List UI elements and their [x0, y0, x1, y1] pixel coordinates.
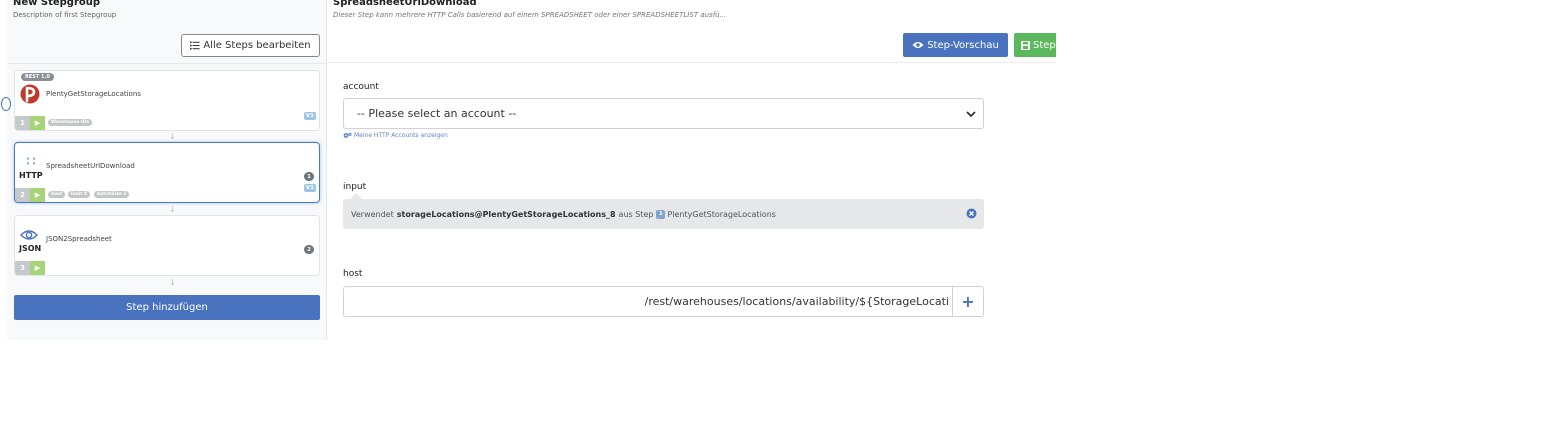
step-preview-label: Step-Vorschau	[927, 39, 999, 51]
step-tag: limit 5	[68, 191, 91, 198]
step-card-json2spreadsheet[interactable]: JSON JSON2Spreadsheet 2 3 ▶	[14, 215, 320, 276]
reference-count-badge: 1	[304, 172, 314, 181]
step-name: JSON2Spreadsheet	[46, 235, 112, 243]
rest-type-badge: REST 1.0	[21, 73, 54, 81]
save-step-button[interactable]: Step	[1014, 33, 1056, 57]
plenty-logo-icon	[20, 84, 40, 104]
run-step-button[interactable]: ▶	[30, 116, 45, 130]
stepgroup-panel: New Stepgroup Description of first Stepg…	[1, 0, 327, 340]
divider	[327, 62, 1056, 63]
step-tag: host	[48, 191, 66, 198]
play-icon: ▶	[34, 119, 41, 127]
play-icon: ▶	[34, 191, 41, 199]
edit-all-steps-button[interactable]: Alle Steps bearbeiten	[181, 34, 320, 57]
version-badge: V1	[303, 184, 316, 192]
host-label: host	[343, 269, 363, 279]
input-prefix: Verwendet	[351, 209, 394, 219]
step-card-plenty-get-storage-locations[interactable]: REST 1.0 PlentyGetStorageLocations V1 1 …	[14, 70, 320, 131]
step-type-label: JSON	[19, 244, 42, 253]
step-detail-panel: SpreadsheetUrlDownload Dieser Step kann …	[327, 0, 1056, 340]
step-preview-button[interactable]: Step-Vorschau	[903, 33, 1008, 57]
divider	[7, 63, 326, 64]
http-icon	[27, 157, 35, 165]
add-variable-button[interactable]: +	[952, 287, 983, 316]
account-label: account	[343, 82, 379, 92]
collapse-handle[interactable]	[1, 97, 11, 111]
step-title: SpreadsheetUrlDownload	[333, 0, 477, 8]
reference-count-badge: 2	[304, 245, 314, 254]
edit-all-steps-label: Alle Steps bearbeiten	[203, 40, 311, 51]
eye-icon	[20, 230, 38, 240]
gears-icon	[343, 132, 352, 138]
run-step-button[interactable]: ▶	[30, 261, 45, 275]
step-type-label: HTTP	[19, 171, 43, 180]
add-step-button[interactable]: Step hinzufügen	[14, 295, 320, 320]
step-tag: batchSize 1	[94, 191, 130, 198]
save-icon	[1021, 40, 1030, 50]
step-description: Dieser Step kann mehrere HTTP Calls basi…	[333, 11, 727, 19]
input-middle: aus Step	[618, 209, 654, 219]
input-label: input	[343, 182, 367, 192]
source-step-name: PlentyGetStorageLocations	[667, 209, 776, 219]
step-tag: Warehouse IDs	[48, 119, 92, 126]
host-input[interactable]: /rest/warehouses/locations/availability/…	[344, 287, 953, 316]
step-name: PlentyGetStorageLocations	[46, 90, 141, 98]
stepgroup-title: New Stepgroup	[13, 0, 101, 8]
arrow-down-icon: ↓	[169, 132, 176, 141]
input-variable: storageLocations@PlentyGetStorageLocatio…	[396, 209, 616, 219]
chevron-down-icon	[966, 111, 976, 118]
host-input-value: /rest/warehouses/locations/availability/…	[644, 295, 949, 308]
eye-icon	[912, 42, 924, 48]
arrow-down-icon: ↓	[169, 278, 176, 287]
play-icon: ▶	[34, 264, 41, 272]
source-step-number-badge: 1	[656, 209, 666, 219]
account-select[interactable]: -- Please select an account --	[343, 98, 984, 129]
clear-input-icon[interactable]	[966, 208, 977, 219]
stepgroup-description: Description of first Stepgroup	[13, 11, 117, 19]
step-name: SpreadsheetUrlDownload	[46, 162, 135, 170]
input-source-field: Verwendet storageLocations@PlentyGetStor…	[343, 199, 984, 229]
account-select-value: -- Please select an account --	[357, 107, 517, 120]
host-input-group: /rest/warehouses/locations/availability/…	[343, 286, 984, 317]
version-badge: V1	[303, 112, 316, 120]
run-step-button[interactable]: ▶	[30, 188, 45, 202]
step-number: 1	[15, 116, 30, 130]
show-http-accounts-link[interactable]: Meine HTTP Accounts anzeigen	[343, 132, 448, 139]
arrow-down-icon: ↓	[169, 205, 176, 214]
step-number: 2	[15, 188, 30, 202]
step-card-spreadsheet-url-download[interactable]: HTTP SpreadsheetUrlDownload 1 V1 2 ▶ hos…	[14, 142, 320, 203]
list-icon	[190, 41, 200, 50]
step-number: 3	[15, 261, 30, 275]
save-step-label: Step	[1033, 39, 1056, 51]
show-http-accounts-label: Meine HTTP Accounts anzeigen	[354, 132, 448, 139]
